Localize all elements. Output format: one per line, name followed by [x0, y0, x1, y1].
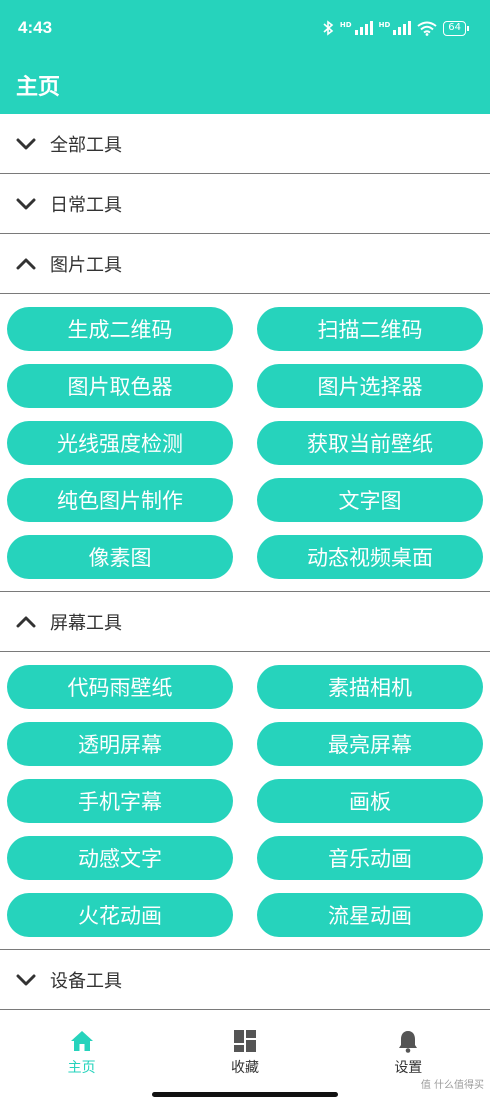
- bell-icon: [399, 1031, 418, 1053]
- status-time: 4:43: [18, 18, 53, 37]
- tool-button-pixel-art[interactable]: 像素图: [7, 535, 233, 579]
- section-label: 设备工具: [50, 970, 122, 992]
- bluetooth-icon: [323, 20, 334, 36]
- bottom-nav: 主页 收藏 设置 值 什么值得买: [0, 1017, 490, 1101]
- tool-button-video-wallpaper[interactable]: 动态视频桌面: [257, 535, 483, 579]
- tool-button-scan-qr[interactable]: 扫描二维码: [257, 307, 483, 351]
- tool-list[interactable]: 全部工具 日常工具 图片工具 生成二维码 扫描二维码 图片取色器 图片选择器 光…: [0, 114, 490, 1017]
- nav-label-home: 主页: [67, 1060, 96, 1076]
- signal-icon: HD: [379, 21, 412, 35]
- chevron-down-icon: [16, 134, 36, 154]
- nav-label-favorites: 收藏: [230, 1060, 259, 1076]
- status-icons: HD HD 64: [322, 20, 469, 36]
- section-label: 图片工具: [50, 254, 122, 276]
- tool-button-music-animation[interactable]: 音乐动画: [257, 836, 483, 880]
- section-header-image[interactable]: 图片工具: [0, 234, 490, 294]
- nav-item-home[interactable]: 主页: [0, 1017, 163, 1101]
- tool-button-transparent-screen[interactable]: 透明屏幕: [7, 722, 233, 766]
- status-bar: 4:43 HD HD 64: [0, 0, 490, 56]
- chevron-down-icon: [16, 194, 36, 214]
- tool-button-sketch-camera[interactable]: 素描相机: [257, 665, 483, 709]
- section-header-screen[interactable]: 屏幕工具: [0, 592, 490, 652]
- section-header-daily[interactable]: 日常工具: [0, 174, 490, 234]
- home-icon: [70, 1031, 93, 1051]
- home-indicator[interactable]: [152, 1092, 338, 1097]
- tool-button-get-wallpaper[interactable]: 获取当前壁纸: [257, 421, 483, 465]
- nav-label-settings: 设置: [394, 1060, 423, 1076]
- page-title: 主页: [16, 75, 61, 100]
- section-header-device[interactable]: 设备工具: [0, 950, 490, 1010]
- watermark: 值 什么值得买: [420, 1080, 484, 1091]
- tool-button-code-rain[interactable]: 代码雨壁纸: [7, 665, 233, 709]
- tool-button-spark-animation[interactable]: 火花动画: [7, 893, 233, 937]
- tool-button-solid-image[interactable]: 纯色图片制作: [7, 478, 233, 522]
- wifi-icon: [417, 21, 437, 36]
- nav-item-favorites[interactable]: 收藏: [163, 1017, 326, 1101]
- tool-button-dynamic-text[interactable]: 动感文字: [7, 836, 233, 880]
- tool-button-color-picker[interactable]: 图片取色器: [7, 364, 233, 408]
- section-label: 屏幕工具: [50, 612, 122, 634]
- signal-icon: HD: [340, 21, 373, 35]
- tool-button-generate-qr[interactable]: 生成二维码: [7, 307, 233, 351]
- battery-icon: 64: [443, 20, 469, 36]
- section-header-all[interactable]: 全部工具: [0, 114, 490, 174]
- chevron-up-icon: [16, 254, 36, 274]
- chevron-up-icon: [16, 612, 36, 632]
- tool-button-brightest-screen[interactable]: 最亮屏幕: [257, 722, 483, 766]
- screen-tools-grid: 代码雨壁纸 素描相机 透明屏幕 最亮屏幕 手机字幕 画板 动感文字 音乐动画 火…: [0, 652, 490, 950]
- tool-button-drawing-board[interactable]: 画板: [257, 779, 483, 823]
- grid-icon: [233, 1030, 256, 1052]
- app-bar: 主页: [0, 56, 490, 114]
- section-label: 日常工具: [50, 194, 122, 216]
- tool-button-image-selector[interactable]: 图片选择器: [257, 364, 483, 408]
- tool-button-text-image[interactable]: 文字图: [257, 478, 483, 522]
- chevron-down-icon: [16, 970, 36, 990]
- tool-button-light-meter[interactable]: 光线强度检测: [7, 421, 233, 465]
- section-label: 全部工具: [50, 134, 122, 156]
- image-tools-grid: 生成二维码 扫描二维码 图片取色器 图片选择器 光线强度检测 获取当前壁纸 纯色…: [0, 294, 490, 592]
- tool-button-phone-subtitle[interactable]: 手机字幕: [7, 779, 233, 823]
- tool-button-meteor-animation[interactable]: 流星动画: [257, 893, 483, 937]
